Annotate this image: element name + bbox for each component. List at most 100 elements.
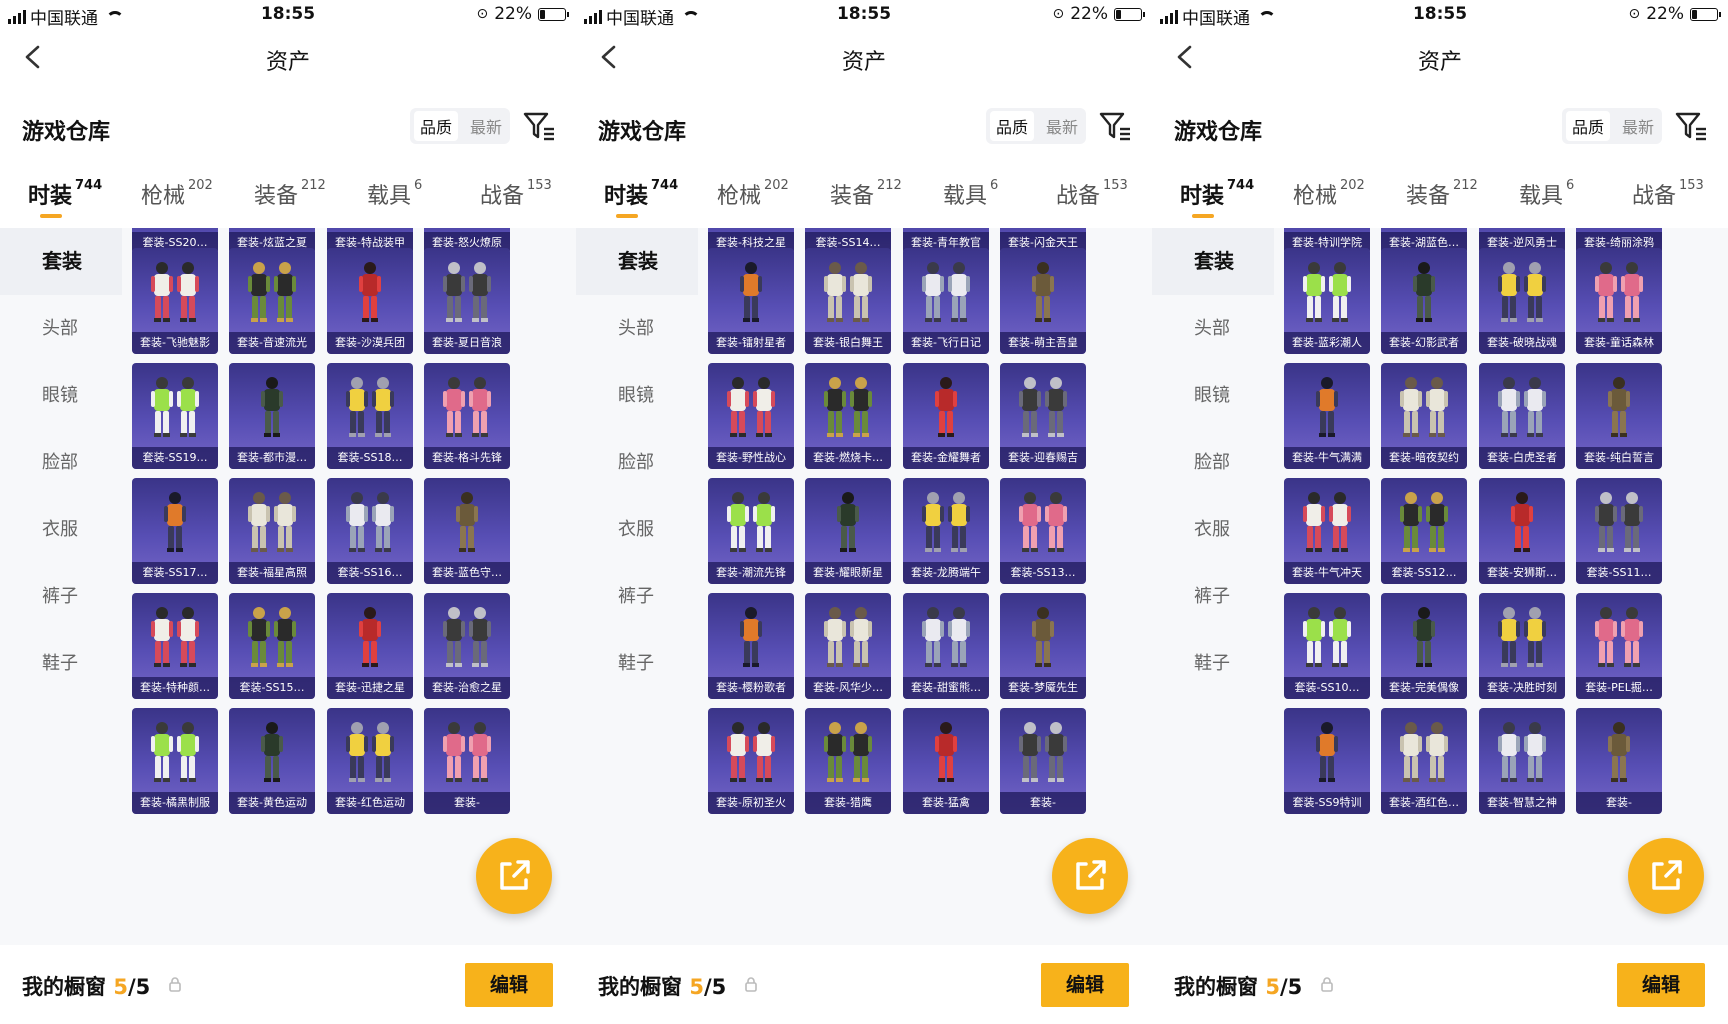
item-card[interactable]: 套装-牛气满满	[1284, 363, 1370, 469]
tab-3[interactable]: 载具 6	[339, 178, 452, 224]
item-card[interactable]: 套装-镭射星者	[708, 248, 794, 354]
item-card[interactable]: 套装-治愈之星	[424, 593, 510, 699]
tab-4[interactable]: 战备 153	[452, 178, 565, 224]
item-card[interactable]: 套装-纯白誓言	[1576, 363, 1662, 469]
item-card[interactable]: 套装-梦魇先生	[1000, 593, 1086, 699]
tab-0[interactable]: 时装 744	[0, 178, 113, 224]
filter-button[interactable]	[1098, 110, 1132, 142]
item-card[interactable]: 套装-樱粉歌者	[708, 593, 794, 699]
item-card[interactable]: 套装-沙漠兵团	[327, 248, 413, 354]
sidebar-item[interactable]: 裤子	[576, 563, 698, 630]
sort-latest-button[interactable]: 最新	[1618, 111, 1658, 141]
item-card[interactable]: 套装-耀眼新星	[805, 478, 891, 584]
tab-4[interactable]: 战备 153	[1604, 178, 1717, 224]
tab-1[interactable]: 枪械 202	[689, 178, 802, 224]
item-card[interactable]: 套装-SS15…	[229, 593, 315, 699]
item-card[interactable]: 套装-PEL掘…	[1576, 593, 1662, 699]
item-card[interactable]: 套装-SS19…	[132, 363, 218, 469]
item-card[interactable]: 套装-破晓战魂	[1479, 248, 1565, 354]
sidebar-item[interactable]: 套装	[576, 228, 698, 295]
tab-3[interactable]: 载具 6	[1491, 178, 1604, 224]
item-card[interactable]: 套装-SS13…	[1000, 478, 1086, 584]
sidebar-item[interactable]: 头部	[1152, 295, 1274, 362]
item-card[interactable]: 套装-SS10…	[1284, 593, 1370, 699]
share-button[interactable]	[1628, 838, 1704, 914]
sidebar-item[interactable]: 衣服	[0, 496, 122, 563]
item-card[interactable]: 套装-智慧之神	[1479, 708, 1565, 814]
filter-button[interactable]	[522, 110, 556, 142]
item-card[interactable]: 套装-	[424, 708, 510, 814]
sidebar-item[interactable]: 眼镜	[0, 362, 122, 429]
item-card[interactable]: 套装-幻影武者	[1381, 248, 1467, 354]
item-card[interactable]: 套装-安狮斯…	[1479, 478, 1565, 584]
edit-button[interactable]: 编辑	[1041, 963, 1129, 1007]
item-card[interactable]: 套装-甜蜜熊…	[903, 593, 989, 699]
item-card[interactable]: 套装-燃烧卡…	[805, 363, 891, 469]
item-card[interactable]: 套装-猛禽	[903, 708, 989, 814]
item-card[interactable]: 套装-童话森林	[1576, 248, 1662, 354]
tab-4[interactable]: 战备 153	[1028, 178, 1141, 224]
tab-0[interactable]: 时装 744	[1152, 178, 1265, 224]
item-card[interactable]: 套装-SS12…	[1381, 478, 1467, 584]
sidebar-item[interactable]: 裤子	[1152, 563, 1274, 630]
tab-1[interactable]: 枪械 202	[1265, 178, 1378, 224]
item-card[interactable]: 套装-	[1000, 708, 1086, 814]
item-card[interactable]: 套装-	[1576, 708, 1662, 814]
sort-latest-button[interactable]: 最新	[466, 111, 506, 141]
item-card[interactable]: 套装-暗夜契约	[1381, 363, 1467, 469]
sort-quality-button[interactable]: 品质	[413, 111, 458, 141]
sidebar-item[interactable]: 鞋子	[0, 630, 122, 697]
item-card[interactable]: 套装-迎春赐吉	[1000, 363, 1086, 469]
tab-2[interactable]: 装备 212	[802, 178, 915, 224]
item-card[interactable]: 套装-完美偶像	[1381, 593, 1467, 699]
sidebar-item[interactable]: 眼镜	[576, 362, 698, 429]
edit-button[interactable]: 编辑	[465, 963, 553, 1007]
item-card[interactable]: 套装-黄色运动	[229, 708, 315, 814]
tab-1[interactable]: 枪械 202	[113, 178, 226, 224]
item-card[interactable]: 套装-都市漫…	[229, 363, 315, 469]
sidebar-item[interactable]: 衣服	[576, 496, 698, 563]
tab-3[interactable]: 载具 6	[915, 178, 1028, 224]
share-button[interactable]	[476, 838, 552, 914]
item-card[interactable]: 套装-萌主吾皇	[1000, 248, 1086, 354]
item-card[interactable]: 套装-金耀舞者	[903, 363, 989, 469]
item-card[interactable]: 套装-猎鹰	[805, 708, 891, 814]
item-card[interactable]: 套装-野性战心	[708, 363, 794, 469]
share-button[interactable]	[1052, 838, 1128, 914]
sidebar-item[interactable]: 衣服	[1152, 496, 1274, 563]
sort-quality-button[interactable]: 品质	[989, 111, 1034, 141]
item-card[interactable]: 套装-音速流光	[229, 248, 315, 354]
sidebar-item[interactable]: 脸部	[0, 429, 122, 496]
item-card[interactable]: 套装-夏日音浪	[424, 248, 510, 354]
sidebar-item[interactable]: 套装	[0, 228, 122, 295]
sort-latest-button[interactable]: 最新	[1042, 111, 1082, 141]
filter-button[interactable]	[1674, 110, 1708, 142]
item-card[interactable]: 套装-银白舞王	[805, 248, 891, 354]
item-card[interactable]: 套装-SS9特训	[1284, 708, 1370, 814]
item-card[interactable]: 套装-风华少…	[805, 593, 891, 699]
item-card[interactable]: 套装-SS11…	[1576, 478, 1662, 584]
item-card[interactable]: 套装-红色运动	[327, 708, 413, 814]
sidebar-item[interactable]: 裤子	[0, 563, 122, 630]
item-card[interactable]: 套装-白虎圣者	[1479, 363, 1565, 469]
sort-quality-button[interactable]: 品质	[1565, 111, 1610, 141]
sidebar-item[interactable]: 脸部	[1152, 429, 1274, 496]
item-card[interactable]: 套装-龙腾端午	[903, 478, 989, 584]
item-card[interactable]: 套装-原初圣火	[708, 708, 794, 814]
item-card[interactable]: 套装-酒红色…	[1381, 708, 1467, 814]
sidebar-item[interactable]: 眼镜	[1152, 362, 1274, 429]
item-card[interactable]: 套装-牛气冲天	[1284, 478, 1370, 584]
sidebar-item[interactable]: 鞋子	[1152, 630, 1274, 697]
sidebar-item[interactable]: 鞋子	[576, 630, 698, 697]
item-card[interactable]: 套装-SS16…	[327, 478, 413, 584]
item-card[interactable]: 套装-迅捷之星	[327, 593, 413, 699]
item-card[interactable]: 套装-橘黑制服	[132, 708, 218, 814]
tab-2[interactable]: 装备 212	[1378, 178, 1491, 224]
sidebar-item[interactable]: 头部	[0, 295, 122, 362]
item-card[interactable]: 套装-潮流先锋	[708, 478, 794, 584]
item-card[interactable]: 套装-飞行日记	[903, 248, 989, 354]
sidebar-item[interactable]: 头部	[576, 295, 698, 362]
item-card[interactable]: 套装-蓝色守…	[424, 478, 510, 584]
sidebar-item[interactable]: 套装	[1152, 228, 1274, 295]
item-card[interactable]: 套装-SS18…	[327, 363, 413, 469]
